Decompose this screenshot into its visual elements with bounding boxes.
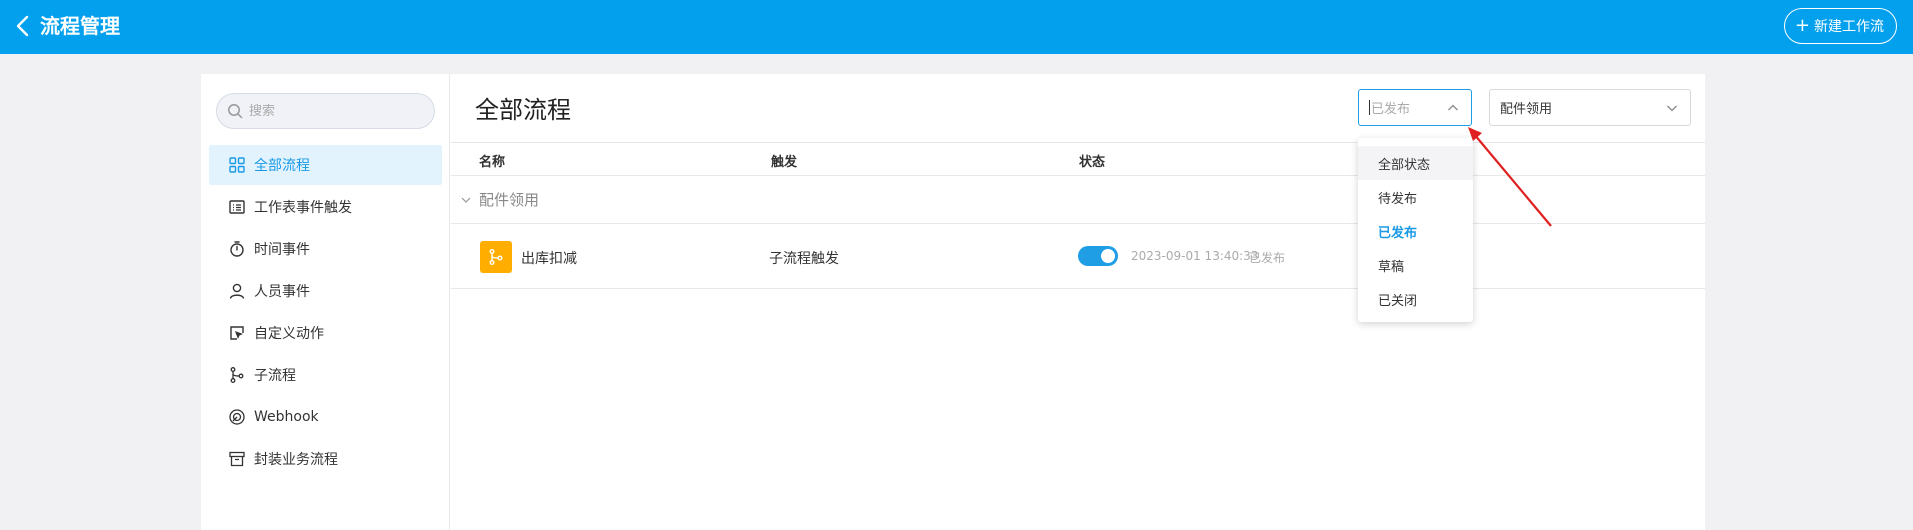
sidebar-item-label: 工作表事件触发 <box>254 200 352 216</box>
branch-icon <box>230 367 244 383</box>
sidebar-item-user-event[interactable]: 人员事件 <box>209 271 442 311</box>
chevron-down-icon <box>1667 105 1677 112</box>
sidebar-item-label: 人员事件 <box>254 284 310 300</box>
flow-status-text: 已发布 <box>1249 251 1286 265</box>
status-option-all[interactable]: 全部状态 <box>1358 146 1473 180</box>
top-bar: 流程管理 + 新建工作流 <box>0 0 1913 54</box>
sidebar-item-label: 自定义动作 <box>254 326 324 342</box>
sidebar-item-packaged-flow[interactable]: 封装业务流程 <box>209 439 442 479</box>
status-option-published[interactable]: 已发布 <box>1358 214 1473 248</box>
sidebar-item-label: 时间事件 <box>254 242 310 258</box>
sidebar-nav: 全部流程 工作表事件触发 时间事件 人员事件 自定义动作 子流程 Webhook… <box>209 145 442 481</box>
sidebar-item-all-flows[interactable]: 全部流程 <box>209 145 442 185</box>
page-title: 流程管理 <box>40 14 120 38</box>
table-row[interactable]: 出库扣减 子流程触发 2023-09-01 13:40:33 已发布 <box>451 224 1705 289</box>
sidebar-item-webhook[interactable]: Webhook <box>209 397 442 437</box>
sidebar-item-custom-action[interactable]: 自定义动作 <box>209 313 442 353</box>
column-header-name: 名称 <box>479 155 506 170</box>
status-filter-select[interactable]: 已发布 <box>1358 89 1472 126</box>
sidebar-item-label: Webhook <box>254 409 319 425</box>
sidebar-item-worksheet-event[interactable]: 工作表事件触发 <box>209 187 442 227</box>
search-input[interactable] <box>249 103 419 119</box>
flow-publish-time: 2023-09-01 13:40:33 <box>1131 249 1259 263</box>
search-box[interactable] <box>216 93 435 129</box>
status-dropdown-menu: 全部状态 待发布 已发布 草稿 已关闭 <box>1358 138 1473 322</box>
group-name: 配件领用 <box>479 191 540 209</box>
sidebar-item-label: 封装业务流程 <box>254 452 338 468</box>
table-header: 名称 触发 状态 <box>451 142 1705 176</box>
plus-icon: + <box>1794 15 1810 36</box>
status-filter-value: 已发布 <box>1371 102 1411 117</box>
column-header-status: 状态 <box>1079 155 1106 170</box>
category-filter-select[interactable]: 配件领用 <box>1489 89 1691 126</box>
sidebar: 全部流程 工作表事件触发 时间事件 <box>201 74 450 530</box>
flow-name: 出库扣减 <box>521 251 577 267</box>
flow-trigger: 子流程触发 <box>769 251 839 267</box>
list-icon <box>229 200 245 214</box>
new-workflow-label: 新建工作流 <box>1814 19 1884 35</box>
status-option-pending[interactable]: 待发布 <box>1358 180 1473 214</box>
toggle-knob <box>1101 249 1115 263</box>
new-workflow-button[interactable]: + 新建工作流 <box>1783 8 1897 44</box>
stopwatch-icon <box>230 241 244 257</box>
sidebar-item-label: 全部流程 <box>254 158 310 174</box>
group-header-row[interactable]: 配件领用 <box>451 176 1705 224</box>
flow-type-icon <box>480 241 512 273</box>
text-cursor <box>1369 100 1370 115</box>
branch-icon <box>489 249 503 265</box>
column-header-trigger: 触发 <box>771 155 798 170</box>
flow-enabled-toggle[interactable] <box>1078 246 1118 266</box>
sidebar-item-label: 子流程 <box>254 368 296 384</box>
chevron-down-icon <box>461 197 471 203</box>
cursor-click-icon <box>230 326 244 340</box>
user-icon <box>229 283 245 299</box>
archive-box-icon <box>229 451 245 467</box>
section-title: 全部流程 <box>475 96 571 124</box>
back-chevron-icon[interactable] <box>12 14 34 38</box>
status-option-closed[interactable]: 已关闭 <box>1358 282 1473 316</box>
sidebar-item-subflow[interactable]: 子流程 <box>209 355 442 395</box>
search-icon <box>228 104 243 119</box>
webhook-icon <box>229 409 245 425</box>
main-panel: 全部流程 已发布 配件领用 名称 触发 状态 配件领用 出库扣减 子流程触发 2… <box>451 74 1705 530</box>
status-option-draft[interactable]: 草稿 <box>1358 248 1473 282</box>
chevron-up-icon <box>1448 104 1458 111</box>
sidebar-item-time-event[interactable]: 时间事件 <box>209 229 442 269</box>
grid-icon <box>229 157 245 173</box>
content-card: 全部流程 工作表事件触发 时间事件 <box>201 74 1705 530</box>
category-filter-value: 配件领用 <box>1500 102 1553 117</box>
